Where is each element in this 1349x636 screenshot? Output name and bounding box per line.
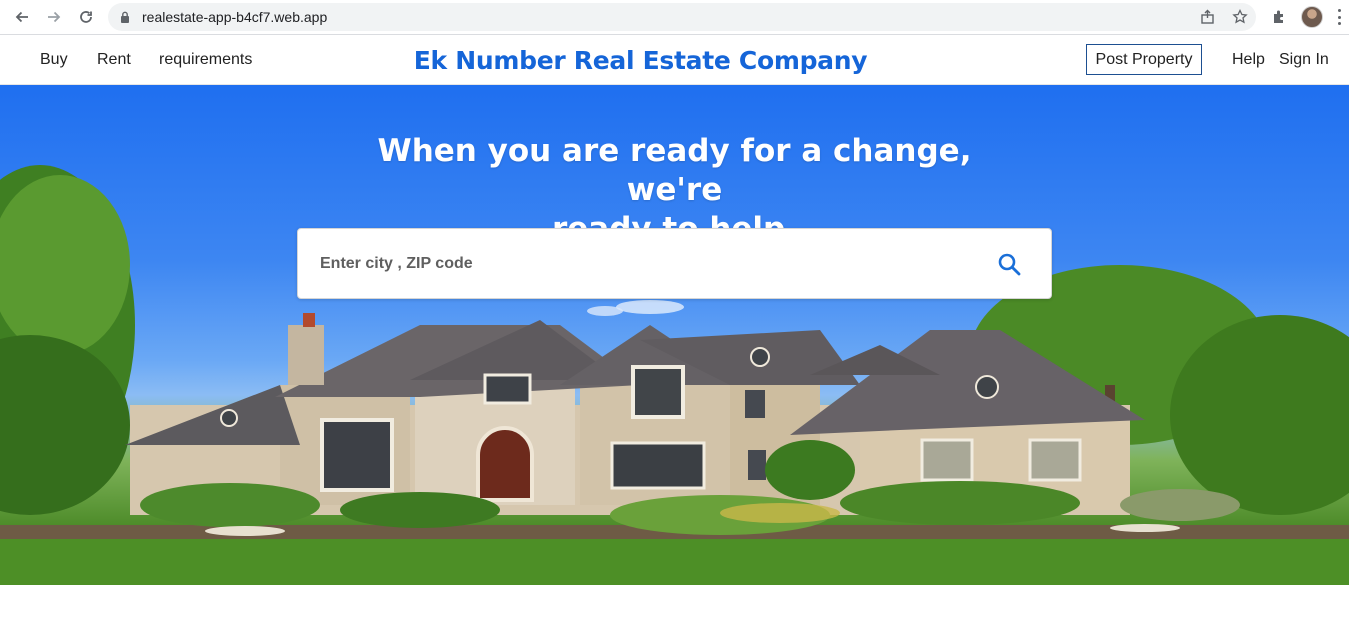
nav-link-sign-in[interactable]: Sign In xyxy=(1279,51,1329,69)
search-icon xyxy=(998,253,1021,276)
forward-button[interactable] xyxy=(40,3,68,31)
site-header: Buy Rent requirements Ek Number Real Est… xyxy=(0,35,1349,85)
share-icon[interactable] xyxy=(1200,9,1216,25)
forward-arrow-icon xyxy=(48,11,61,23)
extensions-puzzle-icon[interactable] xyxy=(1271,9,1287,25)
bookmark-star-icon[interactable] xyxy=(1232,9,1248,25)
back-button[interactable] xyxy=(8,3,36,31)
hero-banner: When you are ready for a change, we're r… xyxy=(0,85,1349,585)
reload-button[interactable] xyxy=(72,3,100,31)
lock-icon xyxy=(121,11,129,23)
address-bar[interactable]: realestate-app-b4cf7.web.app xyxy=(108,3,1256,31)
url-text: realestate-app-b4cf7.web.app xyxy=(142,9,328,25)
search-input[interactable] xyxy=(298,229,978,298)
hero-headline-line1: When you are ready for a change, we're xyxy=(377,133,972,208)
reload-icon xyxy=(80,11,92,23)
search-button[interactable] xyxy=(995,250,1023,278)
post-property-button[interactable]: Post Property xyxy=(1086,44,1202,75)
nav-link-help[interactable]: Help xyxy=(1232,51,1265,69)
back-arrow-icon xyxy=(15,11,28,23)
search-bar xyxy=(297,228,1052,299)
browser-menu-icon[interactable] xyxy=(1337,9,1341,25)
brand-title[interactable]: Ek Number Real Estate Company xyxy=(414,46,868,75)
browser-toolbar: realestate-app-b4cf7.web.app xyxy=(0,0,1349,35)
profile-avatar[interactable] xyxy=(1301,6,1323,28)
